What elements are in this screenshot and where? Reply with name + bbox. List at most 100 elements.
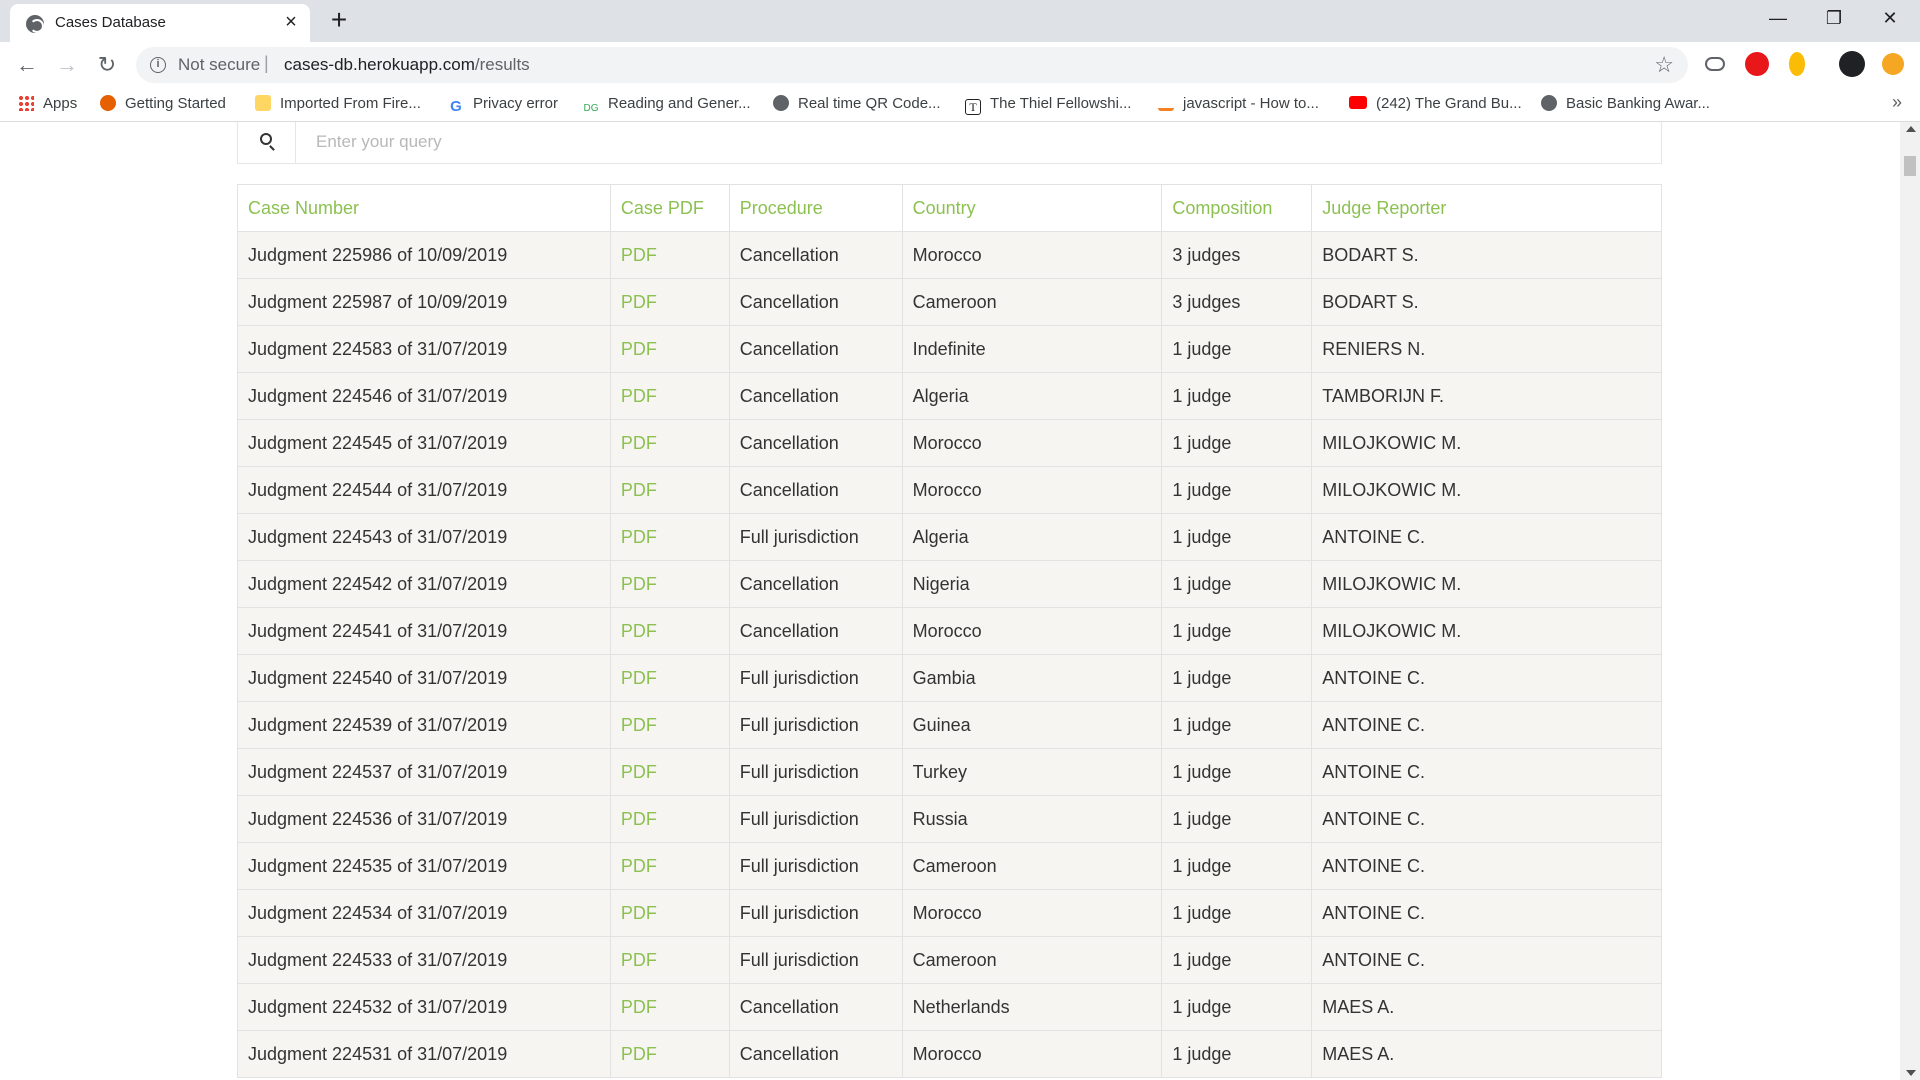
scroll-down-arrow-icon[interactable] [1906,1070,1916,1076]
info-icon[interactable]: i [150,57,166,73]
procedure-cell: Full jurisdiction [728,748,903,796]
procedure-cell: Cancellation [728,372,903,420]
scroll-up-arrow-icon[interactable] [1906,126,1916,132]
country-cell: Morocco [901,466,1163,514]
restore-icon[interactable]: ❐ [1806,0,1862,36]
scroll-thumb[interactable] [1904,156,1916,176]
case-pdf-link[interactable]: PDF [609,560,730,608]
table-row: Judgment 224537 of 31/07/2019 PDF Full jur… [237,748,1662,796]
bookmark-youtube[interactable]: (242) The Grand Bu... [1349,95,1522,115]
avatar[interactable] [1839,51,1865,77]
case-pdf-link[interactable]: PDF [609,654,730,702]
bookmark-getting-started[interactable]: Getting Started [100,95,226,115]
header-case-pdf[interactable]: Case PDF [609,184,730,232]
window-close-icon[interactable]: ✕ [1862,0,1918,36]
case-number-cell: Judgment 224532 of 31/07/2019 [237,983,611,1031]
procedure-cell: Full jurisdiction [728,654,903,702]
procedure-cell: Full jurisdiction [728,842,903,890]
url-text[interactable]: cases-db.herokuapp.com/results [284,55,530,75]
globe-icon [26,15,44,33]
table-row: Judgment 224532 of 31/07/2019 PDF Cancella… [237,983,1662,1031]
judge-reporter-cell: ANTOINE C. [1311,795,1662,843]
bookmark-thiel[interactable]: T The Thiel Fellowshi... [965,95,1131,115]
judge-reporter-cell: ANTOINE C. [1311,889,1662,937]
bookmarks-overflow-icon[interactable]: » [1892,92,1902,113]
scrollbar[interactable] [1900,122,1920,1080]
bookmark-star-icon[interactable]: ☆ [1654,52,1674,78]
case-pdf-link[interactable]: PDF [609,936,730,984]
country-cell: Guinea [901,701,1163,749]
extension-opera-icon[interactable] [1745,52,1769,76]
update-icon[interactable] [1882,53,1904,75]
country-cell: Turkey [901,748,1163,796]
procedure-cell: Full jurisdiction [728,795,903,843]
header-composition[interactable]: Composition [1161,184,1313,232]
case-pdf-link[interactable]: PDF [609,231,730,279]
case-pdf-link[interactable]: PDF [609,842,730,890]
tab-title: Cases Database [55,14,166,31]
header-case-number[interactable]: Case Number [237,184,611,232]
globe-icon [1541,95,1557,111]
close-tab-icon[interactable]: × [280,11,302,33]
bookmark-label: (242) The Grand Bu... [1376,95,1522,112]
bookmark-reading[interactable]: DG Reading and Gener... [583,95,751,115]
bookmark-javascript[interactable]: javascript - How to... [1158,95,1319,115]
extension-cloud-icon[interactable] [1705,57,1725,71]
apps-grid-icon [18,95,34,111]
stackoverflow-icon [1158,95,1174,111]
address-bar[interactable]: i Not secure | cases-db.herokuapp.com/re… [136,47,1688,83]
search-input[interactable] [296,122,1661,163]
header-country[interactable]: Country [901,184,1163,232]
judge-reporter-cell: ANTOINE C. [1311,936,1662,984]
case-pdf-link[interactable]: PDF [609,466,730,514]
not-secure-label[interactable]: Not secure [178,55,260,75]
back-arrow-icon[interactable]: ← [12,50,42,80]
search-button[interactable] [238,122,296,163]
case-pdf-link[interactable]: PDF [609,513,730,561]
case-pdf-link[interactable]: PDF [609,889,730,937]
country-cell: Morocco [901,1030,1163,1078]
bookmark-label: Real time QR Code... [798,95,941,112]
judge-reporter-cell: BODART S. [1311,231,1662,279]
folder-icon [255,95,271,111]
bookmark-privacy-error[interactable]: G Privacy error [448,95,558,115]
country-cell: Cameroon [901,842,1163,890]
url-separator: | [264,53,269,73]
procedure-cell: Cancellation [728,1030,903,1078]
procedure-cell: Cancellation [728,607,903,655]
case-pdf-link[interactable]: PDF [609,795,730,843]
minimize-icon[interactable]: — [1750,0,1806,36]
forward-arrow-icon[interactable]: → [52,50,82,80]
country-cell: Morocco [901,231,1163,279]
table-row: Judgment 224545 of 31/07/2019 PDF Cancella… [237,419,1662,467]
header-judge-reporter[interactable]: Judge Reporter [1311,184,1662,232]
case-pdf-link[interactable]: PDF [609,607,730,655]
bookmark-imported[interactable]: Imported From Fire... [255,95,421,115]
bookmark-apps[interactable]: Apps [18,95,77,115]
header-procedure[interactable]: Procedure [728,184,903,232]
case-pdf-link[interactable]: PDF [609,1030,730,1078]
url-path: /results [474,55,530,74]
case-pdf-link[interactable]: PDF [609,372,730,420]
case-pdf-link[interactable]: PDF [609,748,730,796]
country-cell: Indefinite [901,325,1163,373]
judge-reporter-cell: MILOJKOWIC M. [1311,419,1662,467]
table-row: Judgment 224583 of 31/07/2019 PDF Cancella… [237,325,1662,373]
extension-badge-icon[interactable] [1789,52,1805,76]
case-pdf-link[interactable]: PDF [609,278,730,326]
reload-icon[interactable]: ↻ [92,50,122,80]
table-row: Judgment 224544 of 31/07/2019 PDF Cancella… [237,466,1662,514]
case-pdf-link[interactable]: PDF [609,701,730,749]
table-row: Judgment 224533 of 31/07/2019 PDF Full jur… [237,936,1662,984]
new-tab-button[interactable]: + [325,6,353,34]
case-pdf-link[interactable]: PDF [609,325,730,373]
case-pdf-link[interactable]: PDF [609,419,730,467]
bookmark-qr-code[interactable]: Real time QR Code... [773,95,941,115]
bookmark-label: Privacy error [473,95,559,112]
country-cell: Morocco [901,607,1163,655]
judge-reporter-cell: ANTOINE C. [1311,513,1662,561]
browser-tab[interactable]: Cases Database × [10,4,310,42]
case-pdf-link[interactable]: PDF [609,983,730,1031]
judge-reporter-cell: ANTOINE C. [1311,842,1662,890]
bookmark-banking[interactable]: Basic Banking Awar... [1541,95,1710,115]
